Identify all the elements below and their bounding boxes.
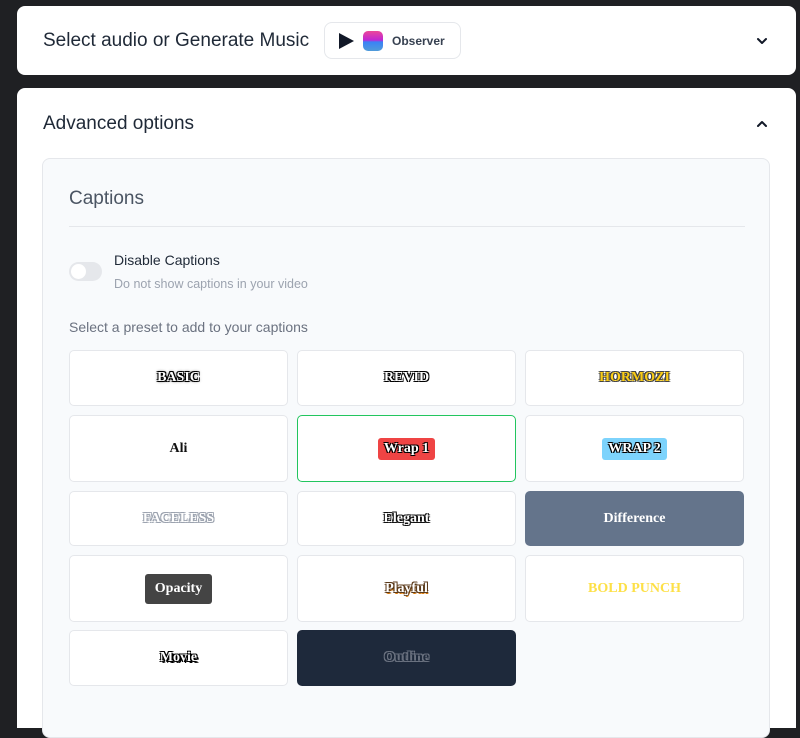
advanced-options-title[interactable]: Advanced options: [43, 113, 194, 135]
preset-label: Outline: [383, 650, 430, 665]
preset-label: Opacity: [144, 573, 213, 604]
preset-revid[interactable]: REVID: [297, 350, 516, 406]
play-icon[interactable]: [339, 33, 354, 49]
chevron-up-icon[interactable]: [752, 114, 772, 134]
preset-label: Movie: [159, 650, 198, 665]
preset-label: Ali: [169, 440, 188, 456]
preset-hormozi[interactable]: HORMOZI: [525, 350, 744, 406]
captions-title: Captions: [69, 188, 144, 209]
preset-basic[interactable]: BASIC: [69, 350, 288, 406]
preset-ali[interactable]: Ali: [69, 415, 288, 482]
preset-label: Elegant: [383, 510, 430, 526]
preset-label: REVID: [383, 370, 430, 385]
disable-captions-label: Disable Captions: [114, 252, 220, 268]
disable-captions-description: Do not show captions in your video: [114, 277, 308, 291]
preset-bold-punch[interactable]: BOLD PUNCH: [525, 555, 744, 622]
preset-difference[interactable]: Difference: [525, 491, 744, 546]
preset-hint: Select a preset to add to your captions: [69, 319, 308, 335]
preset-label: BOLD PUNCH: [588, 580, 681, 596]
preset-elegant[interactable]: Elegant: [297, 491, 516, 546]
advanced-options-section: Advanced options Captions Disable Captio…: [17, 88, 796, 738]
preset-wrap-2[interactable]: WRAP 2: [525, 415, 744, 482]
preset-label: WRAP 2: [602, 437, 667, 460]
preset-label: FACELESS: [142, 510, 215, 526]
disable-captions-toggle[interactable]: [69, 262, 102, 281]
captions-panel: Captions Disable Captions Do not show ca…: [42, 158, 770, 738]
preset-label: Difference: [603, 510, 666, 526]
preset-playful[interactable]: Playful: [297, 555, 516, 622]
preset-outline[interactable]: Outline: [297, 630, 516, 686]
voice-name: Observer: [392, 34, 445, 48]
preset-label: BASIC: [157, 370, 200, 385]
voice-avatar-icon: [363, 31, 383, 51]
preset-opacity[interactable]: Opacity: [69, 555, 288, 622]
preset-faceless[interactable]: FACELESS: [69, 491, 288, 546]
preset-wrap-1[interactable]: Wrap 1: [297, 415, 516, 482]
chevron-down-icon[interactable]: [752, 31, 772, 51]
audio-section-header[interactable]: Select audio or Generate Music Observer: [17, 6, 796, 75]
divider: [69, 226, 745, 227]
toggle-knob: [71, 264, 86, 279]
preset-label: HORMOZI: [599, 370, 670, 385]
audio-section-title: Select audio or Generate Music: [43, 30, 310, 51]
preset-movie[interactable]: Movie: [69, 630, 288, 686]
voice-selector-button[interactable]: Observer: [324, 22, 461, 59]
preset-label: Playful: [385, 580, 428, 596]
preset-label: Wrap 1: [377, 437, 436, 460]
